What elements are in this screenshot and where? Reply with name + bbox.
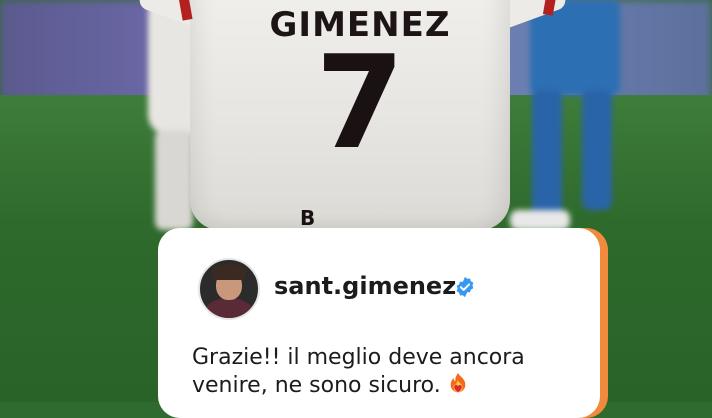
jersey-number: 7 [315, 29, 405, 178]
avatar[interactable] [198, 258, 260, 320]
comment-card: sant.gimenez Grazie!! il meglio deve anc… [158, 228, 600, 418]
fire-heart-icon [450, 373, 466, 393]
comment-text: Grazie!! il meglio deve ancora venire, n… [192, 345, 525, 398]
username[interactable]: sant.gimenez [274, 272, 456, 300]
jersey-sponsor: B [300, 206, 316, 230]
player-jersey: GIMENEZ 7 B [136, 0, 570, 240]
verified-badge-icon [456, 276, 474, 298]
comment-message: Grazie!! il meglio deve ancora venire, n… [192, 344, 592, 400]
